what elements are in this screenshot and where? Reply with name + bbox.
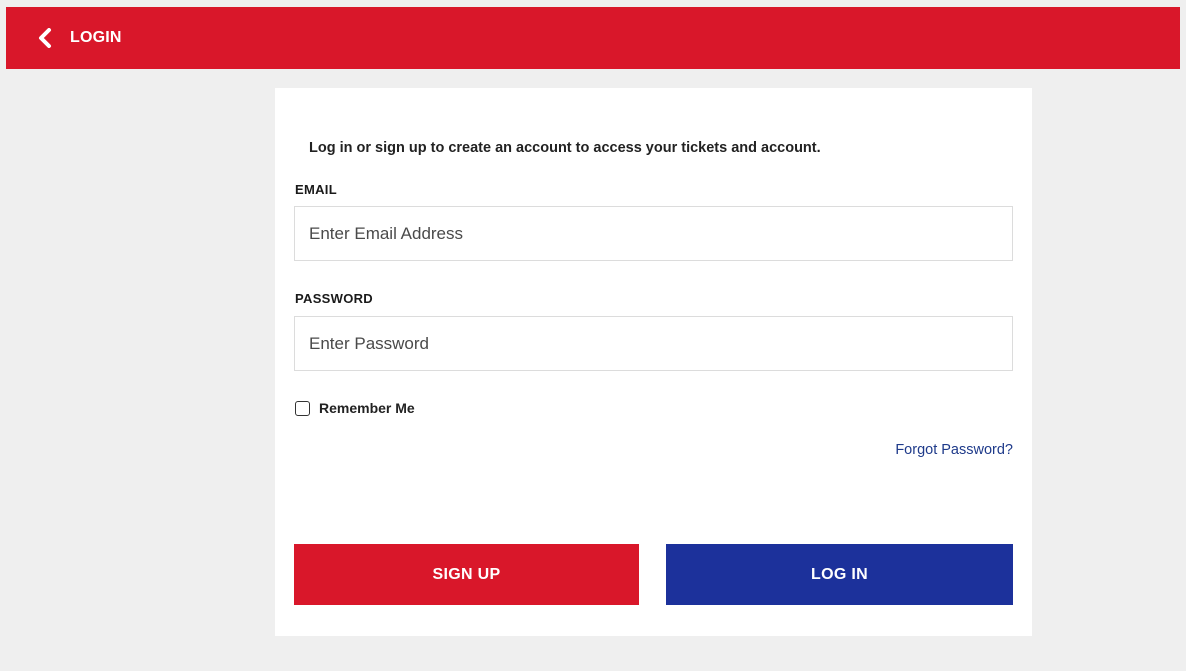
remember-me-checkbox[interactable] <box>295 400 310 416</box>
back-button[interactable]: LOGIN <box>34 27 122 49</box>
sign-up-button[interactable]: SIGN UP <box>294 544 639 605</box>
remember-me-label[interactable]: Remember Me <box>319 400 415 416</box>
top-bar: LOGIN <box>6 7 1180 69</box>
login-card: Log in or sign up to create an account t… <box>275 88 1032 636</box>
forgot-password-link[interactable]: Forgot Password? <box>895 442 1013 458</box>
password-label: PASSWORD <box>295 291 373 306</box>
remember-me-option[interactable]: Remember Me <box>295 400 415 416</box>
page-title[interactable]: LOGIN <box>70 29 122 47</box>
email-field[interactable] <box>294 206 1013 261</box>
log-in-button[interactable]: LOG IN <box>666 544 1013 605</box>
intro-text: Log in or sign up to create an account t… <box>309 140 821 156</box>
email-label: EMAIL <box>295 182 337 197</box>
login-page: LOGIN Log in or sign up to create an acc… <box>0 0 1186 671</box>
chevron-left-icon[interactable] <box>34 27 56 49</box>
password-field[interactable] <box>294 316 1013 371</box>
